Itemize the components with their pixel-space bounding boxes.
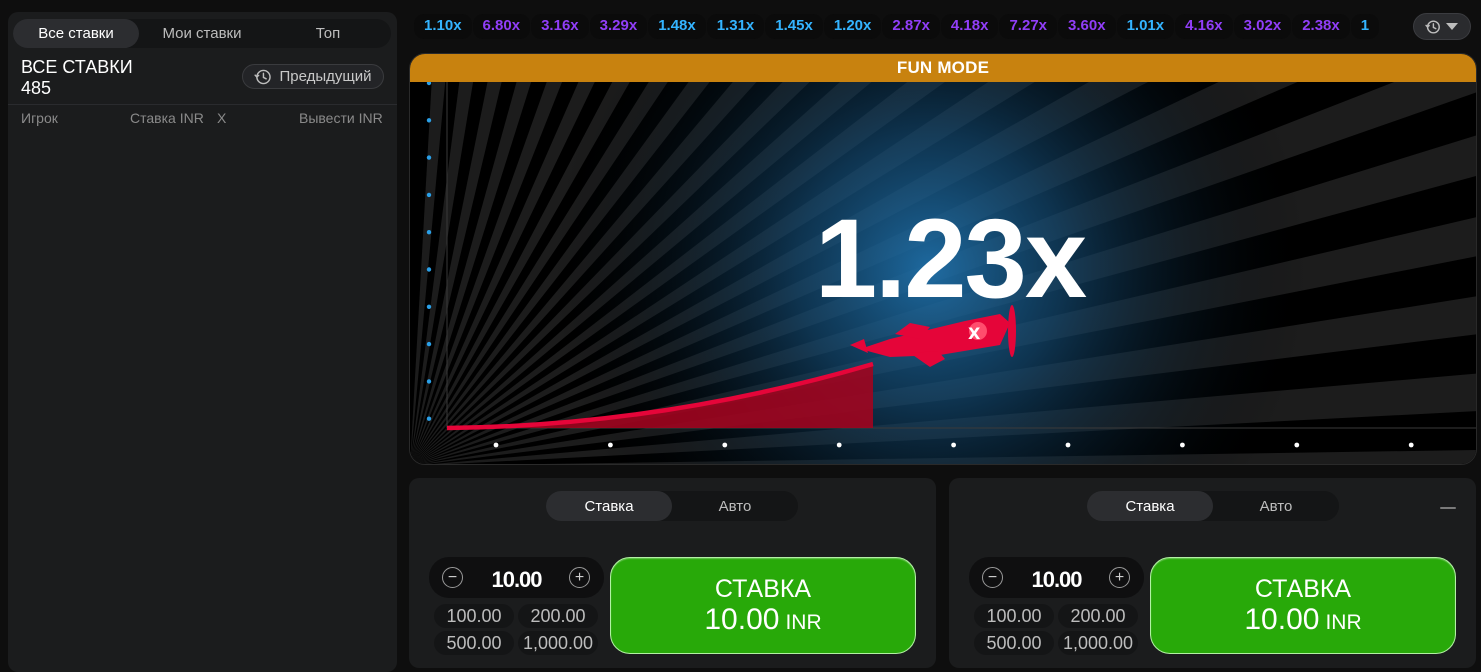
- tab-auto[interactable]: Авто: [1213, 491, 1339, 521]
- column-player: Игрок: [21, 110, 58, 126]
- column-cashout: Вывести INR: [299, 110, 383, 126]
- all-bets-count: 485: [21, 78, 52, 98]
- quick-amount-200[interactable]: 200.00: [1058, 604, 1138, 628]
- history-multiplier[interactable]: 1.31x: [706, 14, 765, 39]
- history-multiplier[interactable]: 2.38x: [1292, 14, 1350, 39]
- x-axis-dot: [493, 442, 499, 448]
- history-multiplier[interactable]: 3.16x: [531, 14, 589, 39]
- table-divider: [8, 104, 397, 105]
- tab-bet[interactable]: Ставка: [1087, 491, 1213, 521]
- history-multiplier[interactable]: 3.29x: [589, 14, 648, 39]
- increase-amount-button[interactable]: +: [569, 567, 590, 588]
- x-axis-dot: [1294, 442, 1300, 448]
- x-axis-dot: [1180, 442, 1185, 448]
- fun-mode-banner: FUN MODE: [410, 54, 1476, 82]
- history-multiplier[interactable]: 1.48x: [648, 14, 706, 39]
- column-multiplier: X: [217, 110, 227, 126]
- history-multiplier[interactable]: 3.60x: [1058, 14, 1116, 39]
- y-axis-dot: [426, 379, 432, 384]
- bet-amount-input[interactable]: 10.00: [1009, 567, 1104, 593]
- history-multiplier[interactable]: 1: [1350, 14, 1380, 39]
- column-bet: Ставка INR: [130, 110, 204, 126]
- x-axis-dot: [1408, 442, 1414, 448]
- bet-button-currency: INR: [1325, 611, 1362, 634]
- quick-amount-100[interactable]: 100.00: [974, 604, 1054, 628]
- history-multiplier[interactable]: 7.27x: [999, 14, 1058, 39]
- y-axis-dot: [426, 304, 432, 309]
- tab-top[interactable]: Топ: [265, 19, 391, 48]
- tab-all-bets[interactable]: Все ставки: [13, 19, 139, 48]
- game-canvas: FUN MODE X 1.23x: [409, 53, 1477, 465]
- y-axis-dot: [426, 267, 432, 272]
- decrease-amount-button[interactable]: −: [442, 567, 463, 588]
- history-multiplier[interactable]: 1.10x: [414, 14, 472, 39]
- bet-panel-2: Ставка Авто − 10.00 + 100.00 200.00 500.…: [949, 478, 1476, 668]
- bet-mode-tabs: Ставка Авто: [1087, 491, 1339, 521]
- bet-mode-tabs: Ставка Авто: [546, 491, 798, 521]
- x-axis-dot: [608, 442, 613, 448]
- history-icon: [254, 69, 272, 84]
- history-multiplier[interactable]: 3.02x: [1233, 14, 1292, 39]
- place-bet-button[interactable]: СТАВКА 10.00 INR: [610, 557, 916, 654]
- bet-amount-stepper: − 10.00 +: [429, 557, 604, 598]
- quick-amount-500[interactable]: 500.00: [974, 631, 1054, 655]
- history-multiplier[interactable]: 4.18x: [940, 14, 999, 39]
- tab-bet[interactable]: Ставка: [546, 491, 672, 521]
- y-axis-dot: [426, 230, 432, 235]
- quick-amount-1000[interactable]: 1,000.00: [518, 631, 598, 655]
- bet-panel-1: Ставка Авто − 10.00 + 100.00 200.00 500.…: [409, 478, 936, 668]
- quick-amount-500[interactable]: 500.00: [434, 631, 514, 655]
- bets-tabs: Все ставки Мои ставки Топ: [13, 19, 391, 48]
- history-multiplier[interactable]: 1.01x: [1116, 14, 1175, 39]
- svg-text:X: X: [968, 324, 981, 343]
- history-multiplier[interactable]: 4.16x: [1175, 14, 1233, 39]
- x-axis-dot: [1065, 442, 1071, 448]
- bet-button-amount: 10.00: [1244, 603, 1320, 636]
- bet-amount-stepper: − 10.00 +: [969, 557, 1144, 598]
- quick-amount-100[interactable]: 100.00: [434, 604, 514, 628]
- bet-button-label: СТАВКА: [714, 575, 812, 603]
- bets-panel: Все ставки Мои ставки Топ ВСЕ СТАВКИ 485…: [8, 12, 397, 672]
- y-axis-dot: [426, 416, 432, 421]
- y-axis-dot: [426, 192, 432, 198]
- multiplier-history: 1.10x 6.80x 3.16x 3.29x 1.48x 1.31x 1.45x 1.20x…: [414, 14, 1414, 39]
- history-multiplier[interactable]: 6.80x: [472, 14, 531, 39]
- quick-amount-200[interactable]: 200.00: [518, 604, 598, 628]
- bet-button-label: СТАВКА: [1254, 575, 1352, 603]
- decrease-amount-button[interactable]: −: [982, 567, 1003, 588]
- previous-round-button[interactable]: Предыдущий: [242, 64, 384, 89]
- history-dropdown-button[interactable]: [1413, 13, 1471, 40]
- quick-amount-1000[interactable]: 1,000.00: [1058, 631, 1138, 655]
- history-multiplier[interactable]: 1.45x: [765, 14, 823, 39]
- x-axis-dot: [951, 442, 956, 448]
- bet-amount-input[interactable]: 10.00: [469, 567, 564, 593]
- all-bets-title: ВСЕ СТАВКИ: [21, 57, 133, 77]
- increase-amount-button[interactable]: +: [1109, 567, 1130, 588]
- tab-auto[interactable]: Авто: [672, 491, 798, 521]
- history-multiplier[interactable]: 1.20x: [823, 14, 882, 39]
- y-axis-dot: [426, 155, 432, 160]
- remove-bet-panel-button[interactable]: [1438, 498, 1458, 518]
- chevron-down-icon: [1446, 22, 1458, 30]
- previous-round-label: Предыдущий: [279, 68, 372, 85]
- current-multiplier: 1.23x: [814, 196, 1087, 321]
- bet-button-amount: 10.00: [704, 603, 780, 636]
- place-bet-button[interactable]: СТАВКА 10.00 INR: [1150, 557, 1456, 654]
- history-icon: [1425, 19, 1440, 34]
- y-axis-dot: [426, 118, 432, 123]
- tab-my-bets[interactable]: Мои ставки: [139, 19, 265, 48]
- x-axis-dot: [836, 442, 842, 448]
- y-axis-dot: [426, 341, 432, 347]
- bet-button-currency: INR: [785, 611, 822, 634]
- minus-icon: [1440, 507, 1456, 509]
- x-axis-dot: [722, 442, 728, 448]
- history-multiplier[interactable]: 2.87x: [882, 14, 940, 39]
